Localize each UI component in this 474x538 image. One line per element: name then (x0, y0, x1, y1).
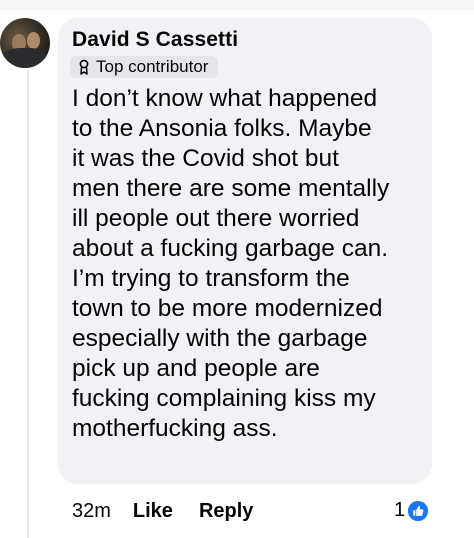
comment-line: men there are some mentally (72, 175, 390, 202)
reaction-count: 1 (394, 499, 406, 521)
top-contributor-badge[interactable]: Top contributor (70, 56, 219, 78)
comment-line: to the Ansonia folks. Maybe (72, 115, 372, 142)
like-button[interactable]: Like (133, 500, 173, 523)
comment-line: especially with the garbage (72, 325, 368, 352)
thumbs-up-icon (408, 500, 429, 521)
avatar[interactable] (0, 18, 50, 68)
reaction-summary[interactable]: 1 (394, 499, 429, 522)
comment-line: fucking complaining kiss my (72, 385, 376, 412)
top-contributor-badge-icon (79, 59, 89, 75)
comment-text: I don’t know what happened to the Ansoni… (72, 84, 427, 444)
comment-line: motherfucking ass. (72, 415, 278, 442)
comment-line: about a fucking garbage can. (72, 235, 389, 262)
thread-line (27, 70, 29, 538)
comment-line: I don’t know what happened (72, 85, 378, 112)
comment-line: ill people out there worried (72, 205, 360, 232)
comment-line: town to be more modernized (72, 295, 383, 322)
top-divider (0, 0, 474, 10)
avatar-photo-body (3, 48, 47, 68)
comment-line: pick up and people are (72, 355, 320, 382)
badge-label: Top contributor (96, 57, 209, 76)
comment-actions: 32m Like Reply (72, 500, 253, 523)
comment-line: I’m trying to transform the (72, 265, 350, 292)
avatar-photo-face-2 (27, 32, 40, 49)
comment-timestamp[interactable]: 32m (72, 500, 111, 523)
comment-screen: David S Cassetti Top contributor I don’t… (0, 0, 474, 538)
reply-button[interactable]: Reply (199, 500, 253, 523)
comment-author-name[interactable]: David S Cassetti (72, 28, 238, 52)
comment-line: it was the Covid shot but (72, 145, 339, 172)
